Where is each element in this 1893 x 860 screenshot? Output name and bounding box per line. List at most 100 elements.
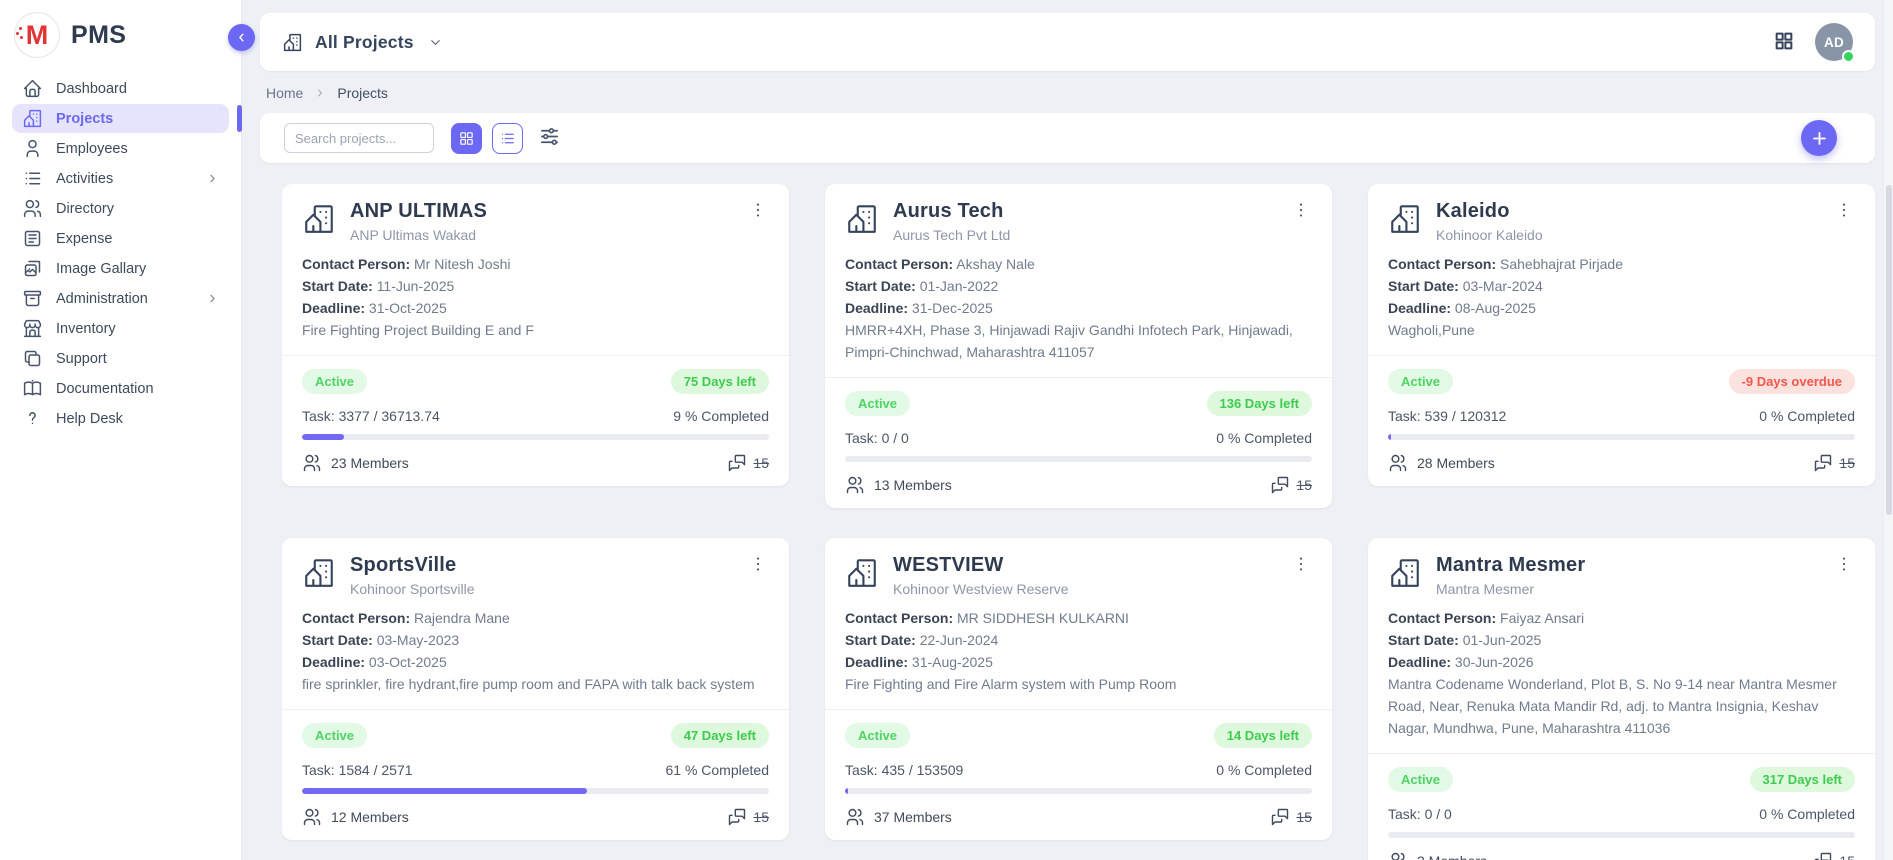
deadline-label: Deadline:: [302, 300, 365, 316]
sidebar-collapse-button[interactable]: [228, 24, 255, 51]
card-menu-button[interactable]: [747, 554, 769, 576]
breadcrumb-home[interactable]: Home: [266, 85, 303, 101]
sidebar-item-activities[interactable]: Activities: [12, 164, 229, 193]
status-badge: Active: [302, 723, 367, 748]
project-card: Kaleido Kohinoor Kaleido Contact Person:…: [1368, 184, 1875, 486]
chat-icon: [1270, 807, 1290, 827]
chat-indicator[interactable]: 15: [1813, 851, 1855, 860]
completed-percent: 0 % Completed: [1216, 430, 1312, 446]
chat-indicator[interactable]: 15: [1270, 807, 1312, 827]
deadline-label: Deadline:: [845, 654, 908, 670]
members-label: 37 Members: [874, 809, 952, 825]
sidebar-item-documentation[interactable]: Documentation: [12, 374, 229, 403]
deadline-value: 03-Oct-2025: [369, 654, 447, 670]
project-subtitle: Kohinoor Westview Reserve: [893, 581, 1276, 597]
apps-grid-button[interactable]: [1773, 30, 1795, 55]
chat-icon: [1813, 453, 1833, 473]
help-icon: [22, 408, 43, 429]
chat-count: 15: [1839, 455, 1855, 471]
sidebar-item-label: Projects: [56, 110, 219, 127]
sidebar-item-expense[interactable]: Expense: [12, 224, 229, 253]
start-date-value: 03-Mar-2024: [1463, 278, 1543, 294]
members-count: 12 Members: [302, 807, 409, 827]
divider: [825, 377, 1332, 378]
status-badge: Active: [1388, 767, 1453, 792]
completed-percent: 0 % Completed: [1759, 806, 1855, 822]
card-menu-button[interactable]: [1290, 554, 1312, 576]
progress-bar-fill: [1388, 434, 1391, 440]
chat-count: 15: [1296, 477, 1312, 493]
members-count: 23 Members: [302, 453, 409, 473]
deadline-row: Deadline: 03-Oct-2025: [302, 652, 769, 674]
sidebar-item-help-desk[interactable]: Help Desk: [12, 404, 229, 433]
chat-indicator[interactable]: 15: [1813, 453, 1855, 473]
sidebar-item-administration[interactable]: Administration: [12, 284, 229, 313]
receipt-icon: [22, 228, 43, 249]
task-count: Task: 435 / 153509: [845, 762, 963, 778]
page-title: All Projects: [315, 32, 414, 53]
building-icon: [1388, 556, 1422, 590]
avatar[interactable]: AD: [1815, 23, 1853, 61]
add-project-button[interactable]: [1801, 120, 1837, 156]
card-menu-button[interactable]: [1290, 200, 1312, 222]
contact-person-value: Sahebhajrat Pirjade: [1500, 256, 1623, 272]
project-card: Mantra Mesmer Mantra Mesmer Contact Pers…: [1368, 538, 1875, 860]
archive-icon: [22, 288, 43, 309]
contact-person-value: Mr Nitesh Joshi: [414, 256, 510, 272]
sidebar-item-inventory[interactable]: Inventory: [12, 314, 229, 343]
members-icon: [1388, 851, 1408, 860]
project-subtitle: Aurus Tech Pvt Ltd: [893, 227, 1276, 243]
members-label: 13 Members: [874, 477, 952, 493]
sidebar-item-image-gallary[interactable]: Image Gallary: [12, 254, 229, 283]
chat-count: 15: [1296, 809, 1312, 825]
days-left-badge: -9 Days overdue: [1729, 369, 1855, 394]
start-date-label: Start Date:: [302, 632, 373, 648]
building-icon: [22, 108, 43, 129]
chat-indicator[interactable]: 15: [727, 453, 769, 473]
kebab-icon: [1834, 200, 1854, 220]
sidebar-item-label: Documentation: [56, 380, 219, 397]
chat-indicator[interactable]: 15: [727, 807, 769, 827]
days-left-badge: 136 Days left: [1207, 391, 1313, 416]
page-scrollbar-thumb[interactable]: [1886, 185, 1892, 515]
project-description: Wagholi,Pune: [1388, 320, 1855, 342]
sidebar-item-support[interactable]: Support: [12, 344, 229, 373]
card-menu-button[interactable]: [1833, 200, 1855, 222]
card-menu-button[interactable]: [1833, 554, 1855, 576]
filter-button[interactable]: [538, 125, 561, 151]
chat-count: 15: [753, 809, 769, 825]
project-selector[interactable]: All Projects: [282, 32, 443, 53]
chat-icon: [1813, 851, 1833, 860]
start-date-row: Start Date: 01-Jan-2022: [845, 276, 1312, 298]
grid-view-button[interactable]: [451, 123, 482, 154]
sidebar-item-directory[interactable]: Directory: [12, 194, 229, 223]
task-count: Task: 3377 / 36713.74: [302, 408, 440, 424]
deadline-value: 31-Oct-2025: [369, 300, 447, 316]
search-input[interactable]: [284, 123, 434, 153]
project-title: WESTVIEW: [893, 554, 1276, 577]
card-menu-button[interactable]: [747, 200, 769, 222]
project-description: Fire Fighting and Fire Alarm system with…: [845, 674, 1312, 696]
progress-bar-fill: [302, 434, 344, 440]
sidebar-item-employees[interactable]: Employees: [12, 134, 229, 163]
status-badge: Active: [845, 723, 910, 748]
progress-bar: [302, 788, 769, 794]
grid-icon: [1773, 30, 1795, 52]
user-icon: [22, 138, 43, 159]
sidebar-item-label: Dashboard: [56, 80, 219, 97]
project-card: ANP ULTIMAS ANP Ultimas Wakad Contact Pe…: [282, 184, 789, 486]
sidebar-item-dashboard[interactable]: Dashboard: [12, 74, 229, 103]
online-status-dot: [1842, 50, 1855, 63]
progress-bar: [845, 456, 1312, 462]
members-icon: [302, 807, 322, 827]
progress-bar-fill: [302, 788, 587, 794]
breadcrumb: Home Projects: [260, 71, 1875, 113]
project-subtitle: Kohinoor Sportsville: [350, 581, 733, 597]
start-date-value: 11-Jun-2025: [377, 278, 455, 294]
task-count: Task: 0 / 0: [845, 430, 909, 446]
list-view-button[interactable]: [492, 123, 523, 154]
chat-indicator[interactable]: 15: [1270, 475, 1312, 495]
sidebar-item-projects[interactable]: Projects: [12, 104, 229, 133]
completed-percent: 9 % Completed: [673, 408, 769, 424]
members-icon: [1388, 453, 1408, 473]
